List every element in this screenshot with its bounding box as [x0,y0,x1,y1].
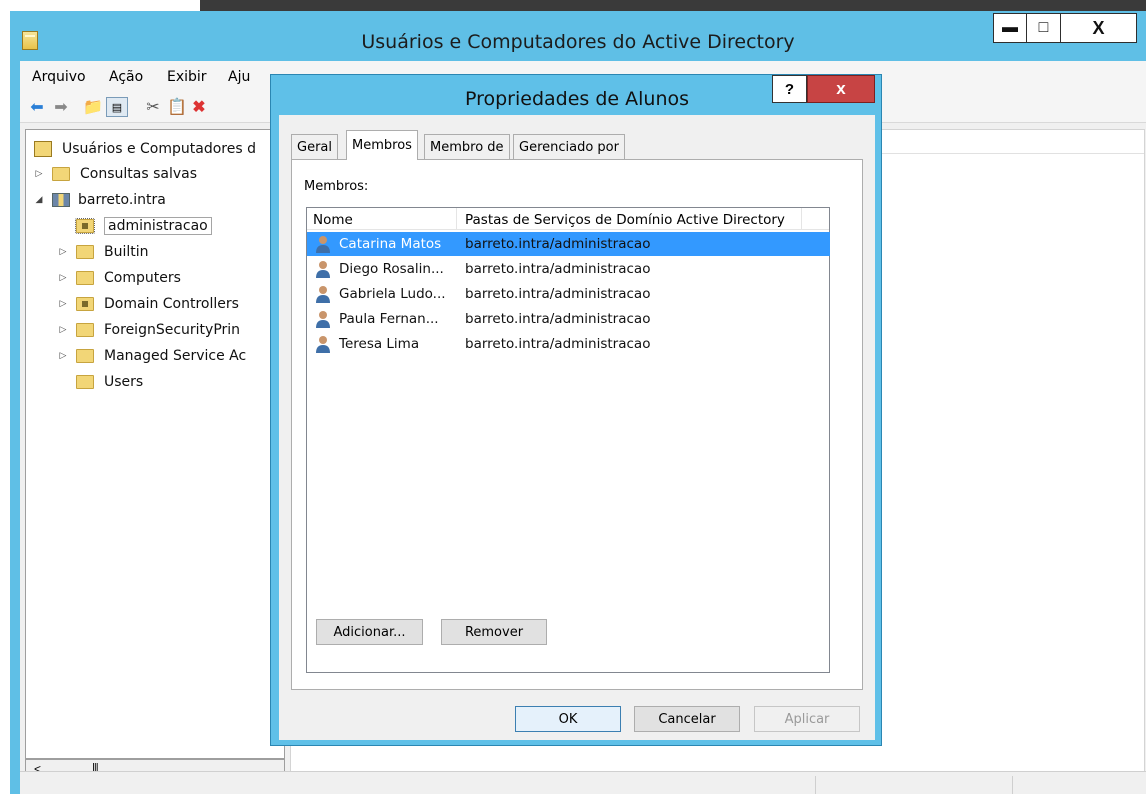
expand-icon[interactable]: ▷ [32,169,46,179]
main-window-title: Usuários e Computadores do Active Direct… [361,31,795,53]
folder-icon [52,167,70,181]
tree-item-label: Builtin [104,244,149,260]
list-item[interactable]: Gabriela Ludo... barreto.intra/administr… [307,282,830,306]
tree-item-administracao[interactable]: administracao [75,215,212,237]
ou-folder-icon [75,218,95,234]
close-button[interactable]: X [1061,13,1137,43]
show-hide-tree-icon[interactable]: ▤ [106,97,128,117]
remove-button[interactable]: Remover [441,619,547,645]
expand-icon[interactable]: ▷ [56,351,70,361]
properties-dialog: Propriedades de Alunos ? x Geral Membros… [270,74,882,746]
dialog-close-button[interactable]: x [807,75,875,103]
folder-icon [76,349,94,363]
member-path: barreto.intra/administracao [465,311,651,327]
tree-item-label: ForeignSecurityPrin [104,322,241,338]
member-path: barreto.intra/administracao [465,286,651,302]
member-path: barreto.intra/administracao [465,236,651,252]
maximize-button[interactable]: □ [1027,13,1061,43]
user-icon [316,311,330,328]
status-bar [20,771,1146,794]
user-icon [316,286,330,303]
menu-view[interactable]: Exibir [167,69,207,85]
tree-item-label: Users [104,374,144,390]
column-header-name[interactable]: Nome [313,212,353,228]
list-item[interactable]: Paula Fernan... barreto.intra/administra… [307,307,830,331]
cut-icon[interactable]: ✂ [142,97,164,117]
folder-icon [76,375,94,389]
tree-item-label: Domain Controllers [104,296,239,312]
apply-button[interactable]: Aplicar [754,706,860,732]
expand-icon[interactable]: ▷ [56,273,70,283]
tree-item-domain[interactable]: ◢ barreto.intra [32,189,166,211]
status-separator [1012,776,1013,794]
tree-item-label: barreto.intra [78,192,166,208]
tree-root-label: Usuários e Computadores d [62,141,256,157]
ad-root-icon [34,141,52,157]
member-path: barreto.intra/administracao [465,261,651,277]
member-name: Teresa Lima [339,336,420,352]
user-icon [316,236,330,253]
tree-item-managed-service[interactable]: ▷ Managed Service Ac [56,345,247,367]
menu-file[interactable]: Arquivo [32,69,86,85]
help-button[interactable]: ? [772,75,807,103]
ok-button[interactable]: OK [515,706,621,732]
forward-arrow-icon[interactable]: ➡ [50,97,72,117]
clipboard-icon[interactable]: 📋 [166,97,188,117]
list-header: Nome Pastas de Serviços de Domínio Activ… [307,208,829,230]
column-header-folder[interactable]: Pastas de Serviços de Domínio Active Dir… [465,212,785,228]
menu-help[interactable]: Aju [228,69,250,85]
cancel-button[interactable]: Cancelar [634,706,740,732]
tree-item-builtin[interactable]: ▷ Builtin [56,241,149,263]
tree-item-saved-queries[interactable]: ▷ Consultas salvas [32,163,197,185]
members-label: Membros: [304,179,369,194]
folder-icon [76,271,94,285]
member-name: Gabriela Ludo... [339,286,446,302]
tree-pane: Usuários e Computadores d ▷ Consultas sa… [25,129,285,759]
tree-item-users[interactable]: Users [76,371,143,393]
top-strip [0,0,1146,11]
tree-item-label: administracao [104,217,212,235]
ou-folder-icon [76,297,94,311]
minimize-button[interactable]: ▬ [993,13,1027,43]
tree-root[interactable]: Usuários e Computadores d [34,138,256,160]
back-arrow-icon[interactable]: ⬅ [26,97,48,117]
members-list[interactable]: Nome Pastas de Serviços de Domínio Activ… [306,207,830,673]
main-titlebar[interactable]: Usuários e Computadores do Active Direct… [10,11,1146,61]
expand-icon[interactable]: ▷ [56,247,70,257]
user-icon [316,336,330,353]
tab-membro-de[interactable]: Membro de [424,134,510,159]
tab-geral[interactable]: Geral [291,134,338,159]
up-folder-icon[interactable]: 📁 [82,97,104,117]
list-item[interactable]: Diego Rosalin... barreto.intra/administr… [307,257,830,281]
add-button[interactable]: Adicionar... [316,619,423,645]
expand-icon[interactable]: ▷ [56,325,70,335]
tree-item-computers[interactable]: ▷ Computers [56,267,181,289]
tree-item-label: Consultas salvas [80,166,198,182]
tree-item-domain-controllers[interactable]: ▷ Domain Controllers [56,293,239,315]
member-path: barreto.intra/administracao [465,336,651,352]
expand-icon[interactable]: ▷ [56,299,70,309]
user-icon [316,261,330,278]
tree-item-foreign-security[interactable]: ▷ ForeignSecurityPrin [56,319,241,341]
menu-action[interactable]: Ação [109,69,143,85]
status-separator [815,776,816,794]
collapse-icon[interactable]: ◢ [32,195,46,205]
list-item[interactable]: Catarina Matos barreto.intra/administrac… [307,232,830,256]
member-name: Diego Rosalin... [339,261,444,277]
tree-item-label: Managed Service Ac [104,348,247,364]
tree-item-label: Computers [104,270,181,286]
delete-icon[interactable]: ✖ [188,97,210,117]
tab-gerenciado-por[interactable]: Gerenciado por [513,134,625,159]
member-name: Catarina Matos [339,236,442,252]
folder-icon [76,245,94,259]
domain-icon [52,193,70,207]
member-name: Paula Fernan... [339,311,439,327]
list-item[interactable]: Teresa Lima barreto.intra/administracao [307,332,830,356]
tab-membros[interactable]: Membros [346,130,418,160]
folder-icon [76,323,94,337]
